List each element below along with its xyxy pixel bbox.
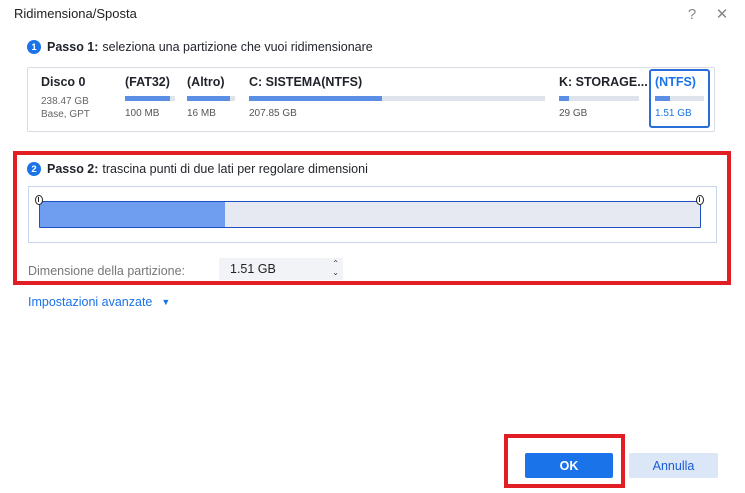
step2-header: 2 Passo 2: trascina punti di due lati pe…: [27, 162, 368, 176]
partition-usage-fill: [559, 96, 569, 101]
close-icon[interactable]: ✕: [711, 3, 733, 25]
step2-text: trascina punti di due lati per regolare …: [102, 162, 368, 176]
partition-usage-fill: [249, 96, 383, 101]
partition-size: 1.51 GB: [655, 108, 692, 119]
advanced-settings-label: Impostazioni avanzate: [28, 295, 153, 309]
partition-usage-fill: [655, 96, 670, 101]
right-resize-handle[interactable]: [696, 195, 704, 205]
left-resize-handle[interactable]: [35, 195, 43, 205]
partition-size-value: 1.51 GB: [230, 262, 276, 276]
size-spinner: ⌃ ⌄: [332, 259, 339, 277]
partition-name: (Altro): [187, 75, 225, 89]
partition-usage-fill: [187, 96, 231, 101]
help-icon[interactable]: ?: [681, 3, 703, 25]
step2-label: Passo 2:: [47, 162, 99, 176]
partition-usage-bar: [655, 96, 704, 101]
disk-name: Disco 0: [41, 75, 86, 89]
partition-usage-bar: [249, 96, 545, 101]
partition-name: K: STORAGE...: [559, 75, 648, 89]
spin-down-icon[interactable]: ⌄: [332, 268, 339, 277]
partition-usage-bar: [125, 96, 175, 101]
partition-ntfs-selected[interactable]: (NTFS) 1.51 GB: [649, 69, 710, 128]
resize-slider-track[interactable]: [39, 201, 701, 228]
partition-usage-fill: [125, 96, 170, 101]
disk-capacity: 238.47 GB: [41, 96, 89, 107]
cancel-button[interactable]: Annulla: [629, 453, 718, 478]
step1-number-badge: 1: [27, 40, 41, 54]
partition-size: 100 MB: [125, 108, 160, 119]
resize-slider-used-fill: [40, 202, 225, 227]
step1-text: seleziona una partizione che vuoi ridime…: [102, 40, 373, 54]
partition-name: C: SISTEMA(NTFS): [249, 75, 363, 89]
partition-size-input[interactable]: 1.51 GB ⌃ ⌄: [219, 258, 343, 280]
partition-usage-bar: [187, 96, 235, 101]
title-bar: Ridimensiona/Sposta ? ✕: [0, 0, 745, 28]
disk-map-panel: Disco 0 238.47 GB Base, GPT (FAT32) 100 …: [27, 67, 715, 132]
disk-type: Base, GPT: [41, 109, 90, 120]
step2-number-badge: 2: [27, 162, 41, 176]
partition-k-storage[interactable]: K: STORAGE... 29 GB: [559, 75, 648, 119]
disk-info: Disco 0 238.47 GB Base, GPT: [41, 75, 90, 121]
partition-usage-bar: [559, 96, 639, 101]
partition-name: (FAT32): [125, 75, 170, 89]
resize-slider-panel: [28, 186, 717, 243]
partition-c-sistema[interactable]: C: SISTEMA(NTFS) 207.85 GB: [249, 75, 545, 119]
partition-size: 207.85 GB: [249, 108, 297, 119]
step1-header: 1 Passo 1: seleziona una partizione che …: [27, 40, 373, 54]
partition-altro[interactable]: (Altro) 16 MB: [187, 75, 235, 119]
partition-fat32[interactable]: (FAT32) 100 MB: [125, 75, 175, 119]
spin-up-icon[interactable]: ⌃: [332, 259, 339, 268]
window-title: Ridimensiona/Sposta: [14, 6, 137, 21]
partition-name: (NTFS): [655, 75, 696, 89]
partition-size-label: Dimensione della partizione:: [28, 264, 186, 278]
ok-button[interactable]: OK: [525, 453, 613, 478]
partition-size: 16 MB: [187, 108, 216, 119]
step1-label: Passo 1:: [47, 40, 99, 54]
chevron-down-icon: ▼: [161, 297, 171, 307]
advanced-settings-link[interactable]: Impostazioni avanzate ▼: [28, 295, 170, 309]
partition-size: 29 GB: [559, 108, 588, 119]
